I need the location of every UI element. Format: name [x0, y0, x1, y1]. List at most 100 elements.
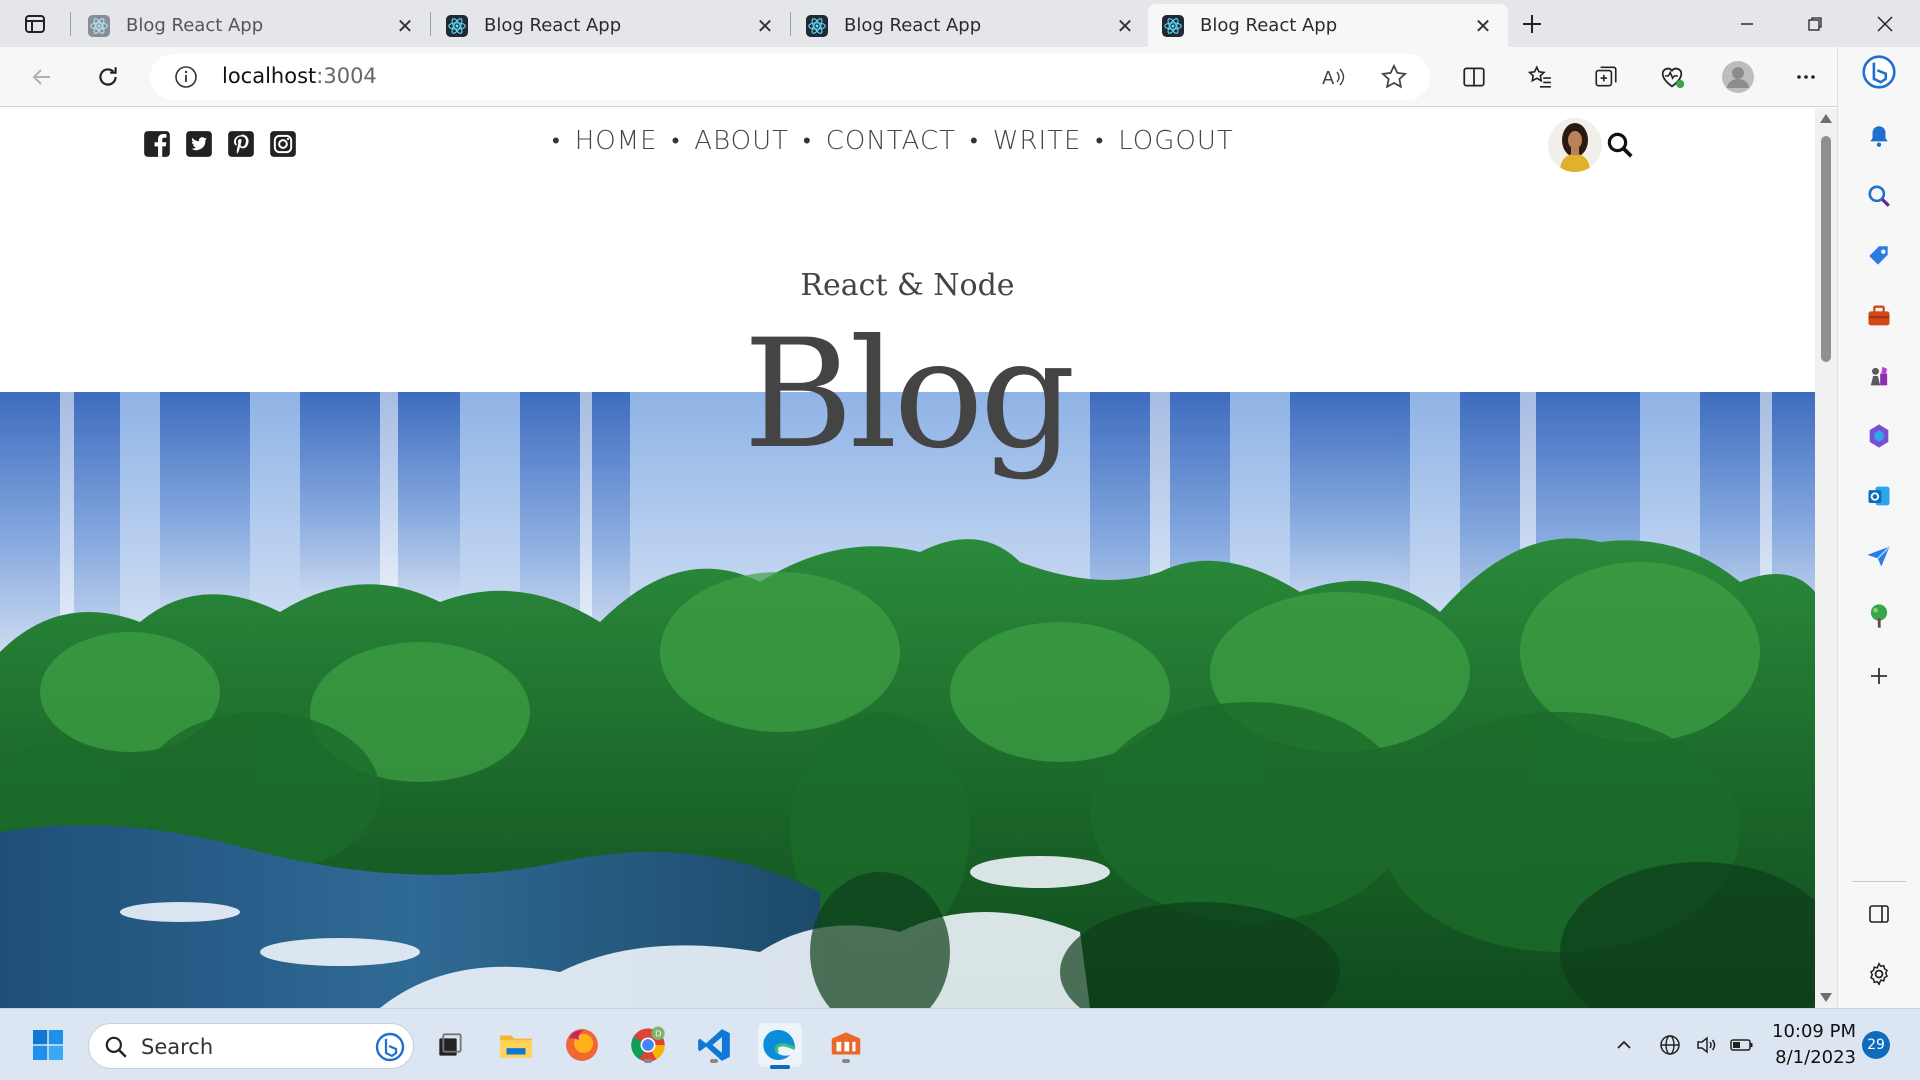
twitter-icon[interactable]: [185, 130, 213, 158]
address-url[interactable]: localhost:3004: [222, 64, 377, 88]
instagram-icon[interactable]: [269, 130, 297, 158]
shopping-tag-icon[interactable]: [1862, 239, 1896, 273]
split-screen-icon[interactable]: [1454, 57, 1494, 97]
site-top-nav: HOME ABOUT CONTACT WRITE LOGOUT: [0, 108, 1815, 180]
close-icon[interactable]: ✕: [1114, 14, 1136, 38]
minimize-icon[interactable]: [1722, 6, 1772, 42]
running-indicator: [644, 1059, 652, 1063]
react-icon: [88, 14, 110, 37]
add-sidebar-app-icon[interactable]: [1862, 659, 1896, 693]
search-sidebar-icon[interactable]: [1862, 179, 1896, 213]
scroll-down-arrow-icon[interactable]: [1820, 993, 1832, 1002]
microsoft-365-icon[interactable]: [1862, 419, 1896, 453]
browser-tab-bar: Blog React App ✕ Blog React App ✕ Blog R…: [0, 0, 1920, 47]
tab-4-active[interactable]: Blog React App ✕: [1148, 4, 1508, 47]
network-globe-icon[interactable]: [1656, 1031, 1684, 1059]
windows-taskbar: Search D 10:09 PM 8/1/2023 29: [0, 1008, 1920, 1080]
edge-icon[interactable]: [758, 1023, 802, 1069]
tab-actions-icon[interactable]: [18, 10, 52, 38]
tab-2[interactable]: Blog React App ✕: [432, 4, 790, 47]
favorites-icon[interactable]: [1520, 57, 1560, 97]
mobaxterm-icon[interactable]: [824, 1023, 868, 1067]
clock-date: 8/1/2023: [1775, 1047, 1856, 1068]
react-icon: [1162, 14, 1184, 37]
task-view-icon[interactable]: [428, 1023, 472, 1067]
header-hero-image: [0, 392, 1815, 1008]
games-chess-icon[interactable]: [1862, 359, 1896, 393]
close-icon[interactable]: ✕: [754, 14, 776, 38]
tab-1[interactable]: Blog React App ✕: [74, 4, 430, 47]
running-indicator: [842, 1059, 850, 1063]
social-links: [143, 130, 297, 158]
header-subtitle: React & Node: [800, 268, 1015, 303]
vscode-icon[interactable]: [692, 1023, 736, 1067]
sidebar-divider: [1852, 881, 1906, 882]
taskbar-search-box[interactable]: Search: [88, 1023, 414, 1069]
active-indicator: [770, 1065, 790, 1069]
tab-separator: [430, 12, 431, 36]
scroll-up-arrow-icon[interactable]: [1820, 114, 1832, 123]
show-hidden-icons-chevron-icon[interactable]: [1610, 1031, 1638, 1059]
more-options-icon[interactable]: [1786, 57, 1826, 97]
tab-separator: [70, 12, 71, 36]
volume-speaker-icon[interactable]: [1692, 1031, 1720, 1059]
favorite-star-icon[interactable]: [1380, 63, 1408, 91]
file-explorer-icon[interactable]: [494, 1023, 538, 1067]
svg-text:A: A: [1322, 68, 1335, 89]
chrome-icon[interactable]: D: [626, 1023, 670, 1067]
search-icon: [105, 1036, 127, 1058]
web-page: HOME ABOUT CONTACT WRITE LOGOUT: [0, 108, 1815, 1008]
close-icon[interactable]: ✕: [394, 14, 416, 38]
header-title: Blog: [743, 308, 1076, 482]
clock-time: 10:09 PM: [1772, 1021, 1856, 1042]
browser-essentials-icon[interactable]: [1652, 57, 1692, 97]
react-icon: [446, 14, 468, 37]
taskbar-search-label: Search: [141, 1035, 214, 1059]
notification-count-badge[interactable]: 29: [1862, 1031, 1890, 1059]
nav-write[interactable]: WRITE: [970, 126, 1095, 156]
send-drop-icon[interactable]: [1862, 539, 1896, 573]
bing-icon[interactable]: [375, 1032, 405, 1062]
nav-logout[interactable]: LOGOUT: [1096, 126, 1248, 156]
close-icon[interactable]: ✕: [1472, 14, 1494, 38]
hide-sidebar-icon[interactable]: [1862, 897, 1896, 931]
site-info-icon[interactable]: [174, 65, 198, 89]
tab-3[interactable]: Blog React App ✕: [792, 4, 1150, 47]
windows-start-icon[interactable]: [26, 1023, 70, 1067]
system-clock[interactable]: 10:09 PM 8/1/2023: [1770, 1019, 1856, 1071]
tools-toolbox-icon[interactable]: [1862, 299, 1896, 333]
outlook-icon[interactable]: [1862, 479, 1896, 513]
scrollbar-thumb[interactable]: [1821, 136, 1831, 362]
user-avatar[interactable]: [1548, 118, 1602, 172]
page-scrollbar[interactable]: [1815, 108, 1837, 1008]
tab-title: Blog React App: [126, 15, 264, 36]
pinterest-icon[interactable]: [227, 130, 255, 158]
tab-title: Blog React App: [1200, 15, 1338, 36]
edge-sidebar: [1837, 47, 1920, 1008]
bing-copilot-icon[interactable]: [1862, 55, 1896, 89]
tree-icon[interactable]: [1862, 599, 1896, 633]
back-arrow-icon[interactable]: [22, 57, 62, 97]
notifications-bell-icon[interactable]: [1862, 119, 1896, 153]
window-close-icon[interactable]: [1860, 6, 1910, 42]
collections-icon[interactable]: [1586, 57, 1626, 97]
tab-title: Blog React App: [844, 15, 982, 36]
chrome-profile-badge: D: [655, 1029, 661, 1039]
profile-avatar-icon[interactable]: [1718, 57, 1758, 97]
nav-home[interactable]: HOME: [552, 126, 672, 156]
new-tab-icon[interactable]: [1516, 8, 1548, 40]
nav-about[interactable]: ABOUT: [672, 126, 803, 156]
nav-contact[interactable]: CONTACT: [803, 126, 970, 156]
search-icon[interactable]: [1605, 130, 1635, 160]
browser-toolbar: localhost:3004 A: [0, 47, 1920, 107]
firefox-icon[interactable]: [560, 1023, 604, 1067]
address-bar[interactable]: localhost:3004 A: [150, 54, 1430, 100]
tab-title: Blog React App: [484, 15, 622, 36]
facebook-icon[interactable]: [143, 130, 171, 158]
restore-icon[interactable]: [1790, 6, 1840, 42]
sidebar-settings-icon[interactable]: [1862, 957, 1896, 991]
tab-separator: [790, 12, 791, 36]
refresh-icon[interactable]: [88, 57, 128, 97]
read-aloud-icon[interactable]: A: [1320, 64, 1346, 95]
battery-icon[interactable]: [1728, 1031, 1756, 1059]
